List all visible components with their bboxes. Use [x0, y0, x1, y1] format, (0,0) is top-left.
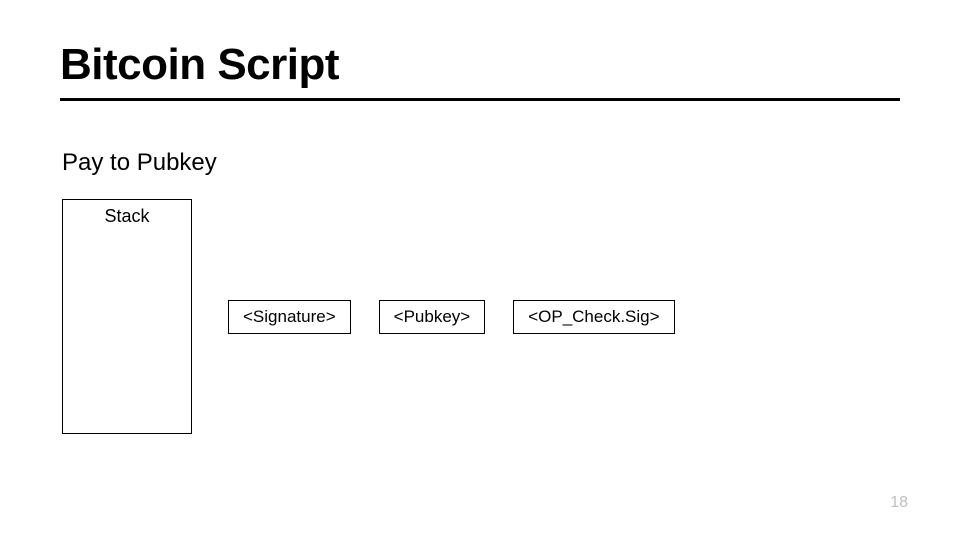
op-signature: <Signature> — [228, 300, 351, 334]
op-checksig: <OP_Check.Sig> — [513, 300, 674, 334]
op-pubkey: <Pubkey> — [379, 300, 486, 334]
content-row: Stack <Signature> <Pubkey> <OP_Check.Sig… — [62, 199, 900, 434]
page-number: 18 — [890, 494, 908, 512]
stack-label: Stack — [63, 206, 191, 227]
script-ops-row: <Signature> <Pubkey> <OP_Check.Sig> — [228, 300, 675, 334]
slide-title: Bitcoin Script — [60, 40, 900, 101]
stack-box: Stack — [62, 199, 192, 434]
slide-subtitle: Pay to Pubkey — [62, 149, 900, 177]
slide: Bitcoin Script Pay to Pubkey Stack <Sign… — [0, 0, 960, 540]
